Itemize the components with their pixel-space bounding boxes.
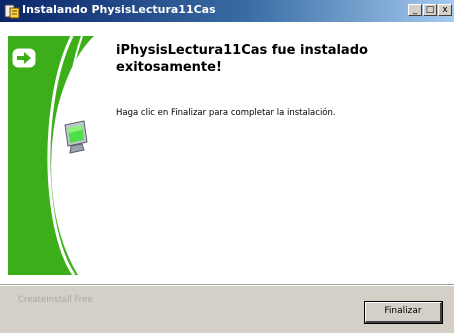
instruction-text: Haga clic en Finalizar para completar la… bbox=[116, 108, 336, 118]
finish-button[interactable]: Finalizar bbox=[364, 301, 443, 324]
installer-app-icon bbox=[4, 4, 20, 19]
footer-divider bbox=[0, 284, 454, 286]
success-heading: iPhysisLectura11Cas fue instalado exitos… bbox=[116, 43, 368, 75]
installer-window: Instalando PhysisLectura11Cas _ □ x iPhy… bbox=[0, 0, 454, 333]
maximize-button[interactable]: □ bbox=[423, 4, 437, 16]
minimize-button[interactable]: _ bbox=[408, 4, 422, 16]
computer-monitor-icon bbox=[64, 120, 88, 154]
close-button[interactable]: x bbox=[438, 4, 452, 16]
arrow-right-icon bbox=[12, 48, 36, 68]
title-bar[interactable]: Instalando PhysisLectura11Cas _ □ x bbox=[0, 0, 454, 22]
content-area: iPhysisLectura11Cas fue instalado exitos… bbox=[0, 22, 454, 284]
brand-label: CreateInstall Free bbox=[18, 295, 93, 305]
window-title: Instalando PhysisLectura11Cas bbox=[22, 3, 216, 16]
